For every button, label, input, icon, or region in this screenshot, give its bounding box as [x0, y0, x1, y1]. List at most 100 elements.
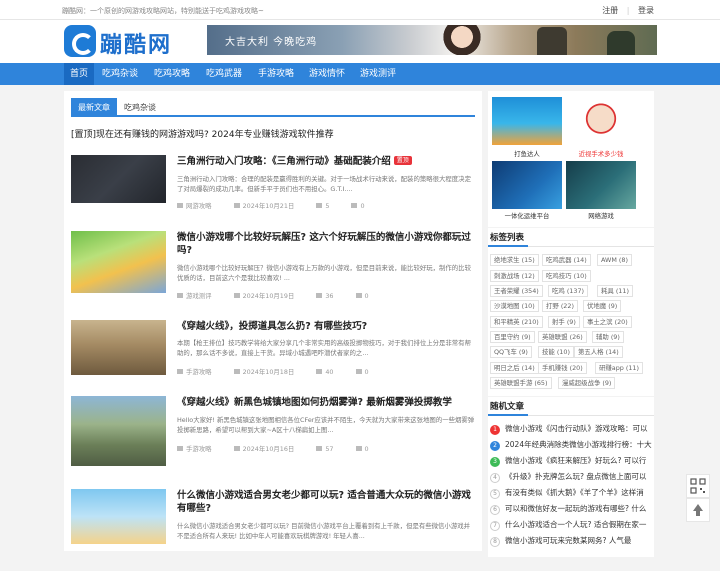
- ad-fishing-image[interactable]: [492, 97, 562, 145]
- tag-link[interactable]: 打野 (22): [542, 300, 578, 312]
- article-thumbnail[interactable]: [71, 489, 166, 544]
- qr-code-icon: [690, 478, 706, 494]
- login-link[interactable]: 注册: [602, 6, 618, 15]
- divider: |: [626, 6, 630, 15]
- article-list-panel: 最新文章 吃鸡杂谈 [置顶]现在还有赚钱的网游游戏吗? 2024年专业赚钱游戏软…: [64, 91, 482, 551]
- tag-link[interactable]: 吃鸡武器 (14): [542, 254, 591, 266]
- ad-caption[interactable]: 打鱼达人: [492, 149, 562, 158]
- tag-link[interactable]: 刺激战场 (12): [490, 270, 539, 282]
- folder-icon: [177, 369, 183, 374]
- tag-link[interactable]: 沙漠地图 (10): [490, 300, 539, 312]
- tag-link[interactable]: 漫威超级战争 (9): [558, 377, 616, 389]
- article-meta: 手游攻略 2024年10月16日 57 0: [177, 444, 389, 453]
- rank-badge: 3: [490, 457, 500, 467]
- clock-icon: [233, 293, 240, 298]
- tag-link[interactable]: QQ飞车 (9): [490, 346, 532, 358]
- random-post-link[interactable]: 6 可以和微信好友一起玩的游戏有哪些? 什么: [490, 503, 652, 518]
- article-item: 《穿越火线》新黑色城镇地图如何扔烟雾弹? 最新烟雾弹投掷教学 Hello大家好!…: [71, 396, 475, 478]
- article-category[interactable]: 手游攻略: [186, 368, 212, 376]
- tag-link[interactable]: 辅助 (9): [592, 331, 624, 343]
- random-post-link[interactable]: 3 微信小游戏《疯狂来解压》好玩么? 可以行: [490, 455, 652, 470]
- random-posts-title: 随机文章: [490, 402, 525, 412]
- tag-link[interactable]: AWM (8): [597, 254, 632, 266]
- tag-link[interactable]: 手机赚钱 (20): [538, 362, 587, 374]
- article-title[interactable]: 微信小游戏哪个比较好玩解压? 这六个好玩解压的微信小游戏你都玩过吗?: [177, 231, 475, 257]
- comment-icon: [355, 446, 362, 451]
- banner-text: 大吉大利 今晚吃鸡: [225, 37, 318, 48]
- tag-link[interactable]: 吃鸡 (137): [548, 285, 588, 297]
- ad-ops-platform-image[interactable]: [492, 161, 562, 209]
- article-comments: 0: [364, 368, 369, 376]
- article-comments: 0: [360, 202, 365, 210]
- article-category[interactable]: 手游攻略: [186, 445, 212, 453]
- main-nav: 首页 吃鸡杂谈 吃鸡攻略 吃鸡武器 手游攻略 游戏情怀 游戏测评: [0, 63, 720, 85]
- register-link[interactable]: 登录: [638, 6, 654, 15]
- ad-online-game-image[interactable]: [566, 161, 636, 209]
- tab-chicken-talk[interactable]: 吃鸡杂谈: [117, 98, 163, 117]
- account-links: 注册 | 登录: [596, 5, 654, 16]
- qr-code-button[interactable]: [686, 474, 710, 498]
- random-post-link[interactable]: 8 微信小游戏可玩来完数某网务? 人气最: [490, 535, 652, 550]
- folder-icon: [177, 203, 183, 208]
- ad-eye-surgery-image[interactable]: [566, 97, 636, 145]
- nav-game-review[interactable]: 游戏测评: [354, 63, 402, 85]
- header-banner[interactable]: 大吉大利 今晚吃鸡: [207, 25, 657, 55]
- random-post-link[interactable]: 5 有没有类似《抓大鹅》《羊了个羊》这样消: [490, 487, 652, 502]
- tag-link[interactable]: 伏地魔 (9): [583, 300, 622, 312]
- tag-link[interactable]: 射手 (9): [548, 316, 580, 328]
- article-category[interactable]: 游戏测评: [186, 292, 212, 300]
- nav-chicken-weapons[interactable]: 吃鸡武器: [200, 63, 248, 85]
- article-title[interactable]: 《穿越火线》新黑色城镇地图如何扔烟雾弹? 最新烟雾弹投掷教学: [177, 396, 475, 409]
- nav-chicken-talk[interactable]: 吃鸡杂谈: [96, 63, 144, 85]
- random-post-link[interactable]: 7 什么小游戏适合一个人玩? 适合假期在家一: [490, 519, 652, 534]
- tag-link[interactable]: 英雄联盟 (26): [538, 331, 587, 343]
- article-thumbnail[interactable]: [71, 231, 166, 293]
- article-date: 2024年10月19日: [242, 292, 295, 300]
- tag-link[interactable]: 耗具 (11): [597, 285, 633, 297]
- random-post-link[interactable]: 4 《升级》扑克牌怎么玩? 盘点微信上面可以: [490, 471, 652, 486]
- tag-link[interactable]: 绝地求生 (15): [490, 254, 539, 266]
- article-meta: 手游攻略 2024年10月18日 40 0: [177, 367, 389, 376]
- ad-caption[interactable]: 网络游戏: [566, 211, 636, 220]
- tag-link[interactable]: 王者荣耀 (354): [490, 285, 543, 297]
- article-item: 什么微信小游戏适合男女老少都可以玩? 适合普通大众玩的微信小游戏有哪些? 什么微…: [71, 489, 475, 571]
- article-title[interactable]: 《穿越火线》，投掷道具怎么扔? 有哪些技巧?: [177, 320, 475, 333]
- site-logo[interactable]: 蹦酷网: [64, 25, 184, 58]
- nav-mobile-guide[interactable]: 手游攻略: [252, 63, 300, 85]
- nav-game-nostalgia[interactable]: 游戏情怀: [303, 63, 351, 85]
- random-post-link[interactable]: 1 微信小游戏《闪击行动队》游戏攻略：可以: [490, 423, 652, 438]
- article-category[interactable]: 网游攻略: [186, 202, 212, 210]
- divider: [488, 245, 654, 247]
- ad-caption[interactable]: 近视手术多少钱: [566, 149, 636, 158]
- tag-link[interactable]: 英雄联盟手游 (65): [490, 377, 552, 389]
- nav-home[interactable]: 首页: [64, 63, 95, 85]
- random-post-link[interactable]: 2 2024年经典消除类微信小游戏排行榜：十大: [490, 439, 652, 454]
- article-excerpt: 三角洲行动入门攻略：合理的配装是赢得胜利的关键。对于一场战术行动来说，配装的策略…: [177, 175, 471, 193]
- clock-icon: [233, 369, 240, 374]
- back-to-top-button[interactable]: [686, 498, 710, 522]
- nav-chicken-guide[interactable]: 吃鸡攻略: [148, 63, 196, 85]
- article-thumbnail[interactable]: [71, 320, 166, 375]
- ad-caption[interactable]: 一体化运维平台: [492, 211, 562, 220]
- tags-title: 标签列表: [490, 233, 525, 243]
- article-excerpt: 什么微信小游戏适合男女老少都可以玩? 目前微信小游戏平台上覆着到有上千款，但是有…: [177, 522, 470, 540]
- logo-text: 蹦酷网: [100, 32, 173, 58]
- tag-link[interactable]: 和平精英 (210): [490, 316, 543, 328]
- tag-link[interactable]: 第五人格 (14): [574, 346, 623, 358]
- tag-link[interactable]: 明日之后 (14): [490, 362, 539, 374]
- sticky-post-link[interactable]: [置顶]现在还有赚钱的网游游戏吗? 2024年专业赚钱游戏软件推荐: [71, 127, 334, 140]
- article-title[interactable]: 什么微信小游戏适合男女老少都可以玩? 适合普通大众玩的微信小游戏有哪些?: [177, 489, 475, 515]
- article-views: 5: [325, 202, 330, 210]
- eye-icon: [316, 446, 323, 451]
- tag-link[interactable]: 研赚app (11): [595, 362, 643, 374]
- tag-link[interactable]: 技能 (10): [538, 346, 574, 358]
- tab-latest[interactable]: 最新文章: [71, 98, 117, 117]
- tag-link[interactable]: 吃鸡技巧 (10): [542, 270, 591, 282]
- tag-link[interactable]: 事土之滨 (20): [583, 316, 632, 328]
- clock-icon: [233, 446, 240, 451]
- article-title[interactable]: 三角洲行动入门攻略：《三角洲行动》基础配装介绍 置顶: [177, 155, 475, 168]
- tag-link[interactable]: 百里守约 (9): [490, 331, 535, 343]
- article-date: 2024年10月18日: [242, 368, 295, 376]
- article-thumbnail[interactable]: [71, 396, 166, 466]
- article-thumbnail[interactable]: [71, 155, 166, 203]
